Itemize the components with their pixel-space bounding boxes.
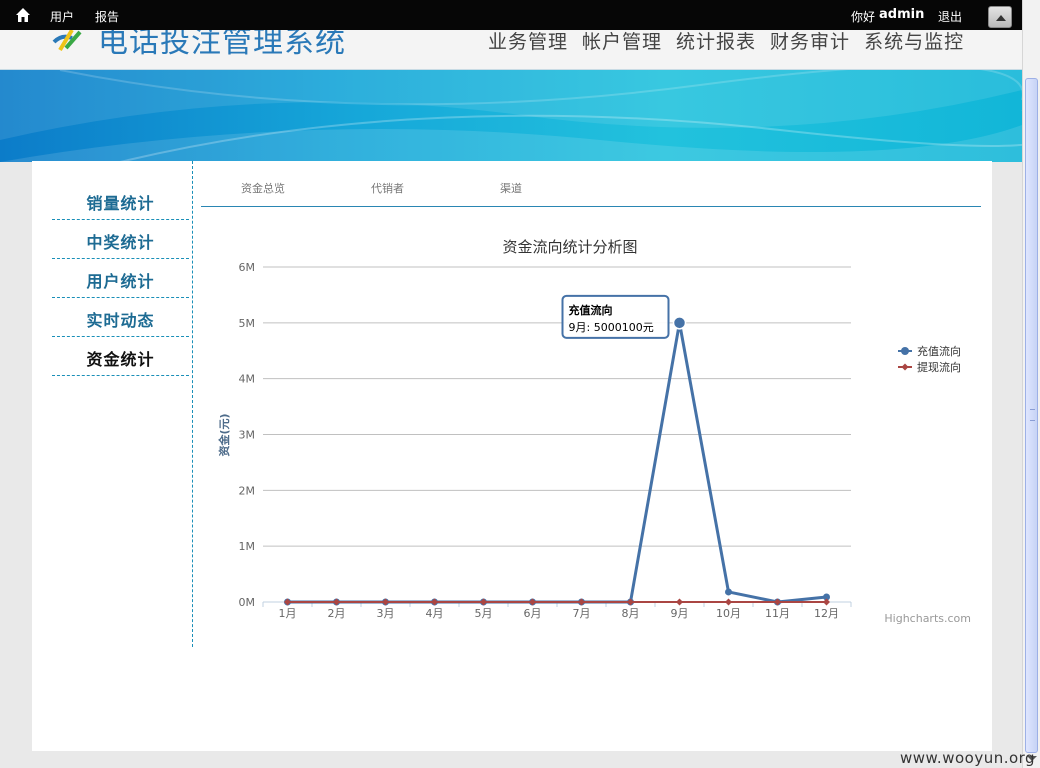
- legend-item-label: 充值流向: [917, 344, 961, 358]
- main-nav-audit[interactable]: 财务审计: [770, 31, 850, 53]
- x-tick-label: 11月: [765, 607, 790, 620]
- username-link[interactable]: admin: [879, 7, 924, 22]
- home-icon[interactable]: [14, 6, 32, 24]
- site-header: 电话投注管理系统 业务管理 帐户管理 统计报表 财务审计 系统与监控: [0, 30, 1022, 70]
- system-title: 电话投注管理系统: [98, 30, 346, 60]
- nav-reports-link[interactable]: 报告: [95, 8, 119, 25]
- legend-marker: [901, 347, 909, 355]
- y-tick-label: 0M: [239, 596, 256, 609]
- scrollbar-thumb[interactable]: [1025, 78, 1038, 753]
- y-tick-label: 6M: [239, 261, 256, 274]
- main-nav-statistics[interactable]: 统计报表: [676, 31, 756, 53]
- x-tick-label: 2月: [328, 607, 346, 620]
- funds-flow-chart: 资金流向统计分析图 0M 1M 2M 3M 4M 5M 6M 1月 2月 3月 4月 5月 6月 7月 8月 9…: [217, 238, 971, 625]
- x-tick-label: 4月: [426, 607, 444, 620]
- x-tick-label: 5月: [475, 607, 493, 620]
- header-banner: [0, 69, 1022, 162]
- data-point-withdraw[interactable]: [676, 598, 683, 606]
- scroll-top-button[interactable]: [988, 6, 1012, 28]
- chart-title: 资金流向统计分析图: [502, 238, 637, 256]
- x-tick-label: 9月: [671, 607, 689, 620]
- series-line: [287, 321, 827, 604]
- data-point-recharge[interactable]: [725, 588, 732, 596]
- data-point-recharge[interactable]: [672, 316, 687, 330]
- y-tick-label: 4M: [239, 373, 256, 386]
- x-tick-label: 8月: [622, 607, 640, 620]
- content-panel: 销量统计 中奖统计 用户统计 实时动态 资金统计 资金总览 代销者 渠道 资金流…: [32, 161, 992, 751]
- main-nav-account[interactable]: 帐户管理: [582, 31, 662, 53]
- top-bar: 用户 报告 你好 admin 退出: [0, 0, 1022, 30]
- nav-users-link[interactable]: 用户: [50, 8, 74, 25]
- x-tick-label: 1月: [279, 607, 297, 620]
- data-point-withdraw[interactable]: [823, 598, 830, 606]
- watermark-text: www.wooyun.org: [900, 749, 1036, 767]
- y-tick-label: 3M: [239, 429, 256, 442]
- x-tick-label: 10月: [716, 607, 741, 620]
- tooltip-series-name: 充值流向: [569, 303, 613, 317]
- data-point-withdraw[interactable]: [725, 598, 732, 606]
- page-scrollbar[interactable]: [1022, 0, 1040, 768]
- y-tick-label: 2M: [239, 484, 256, 497]
- logo-icon: [52, 30, 82, 52]
- chart-credits-link: Highcharts.com: [884, 612, 971, 625]
- logout-link[interactable]: 退出: [938, 8, 962, 25]
- main-nav: 业务管理 帐户管理 统计报表 财务审计 系统与监控: [488, 30, 978, 54]
- y-tick-label: 5M: [239, 317, 256, 330]
- legend-marker: [901, 363, 909, 371]
- x-tick-label: 7月: [573, 607, 591, 620]
- main-nav-business[interactable]: 业务管理: [488, 31, 568, 53]
- legend-item-label: 提现流向: [917, 360, 961, 374]
- x-tick-label: 6月: [524, 607, 542, 620]
- x-tick-label: 3月: [377, 607, 395, 620]
- x-tick-label: 12月: [814, 607, 839, 620]
- tooltip-value: 9月: 5000100元: [569, 321, 654, 334]
- main-nav-system[interactable]: 系统与监控: [864, 31, 964, 53]
- y-tick-label: 1M: [239, 540, 256, 553]
- greeting-text: 你好: [851, 10, 876, 24]
- y-axis-label: 资金(元): [217, 413, 231, 456]
